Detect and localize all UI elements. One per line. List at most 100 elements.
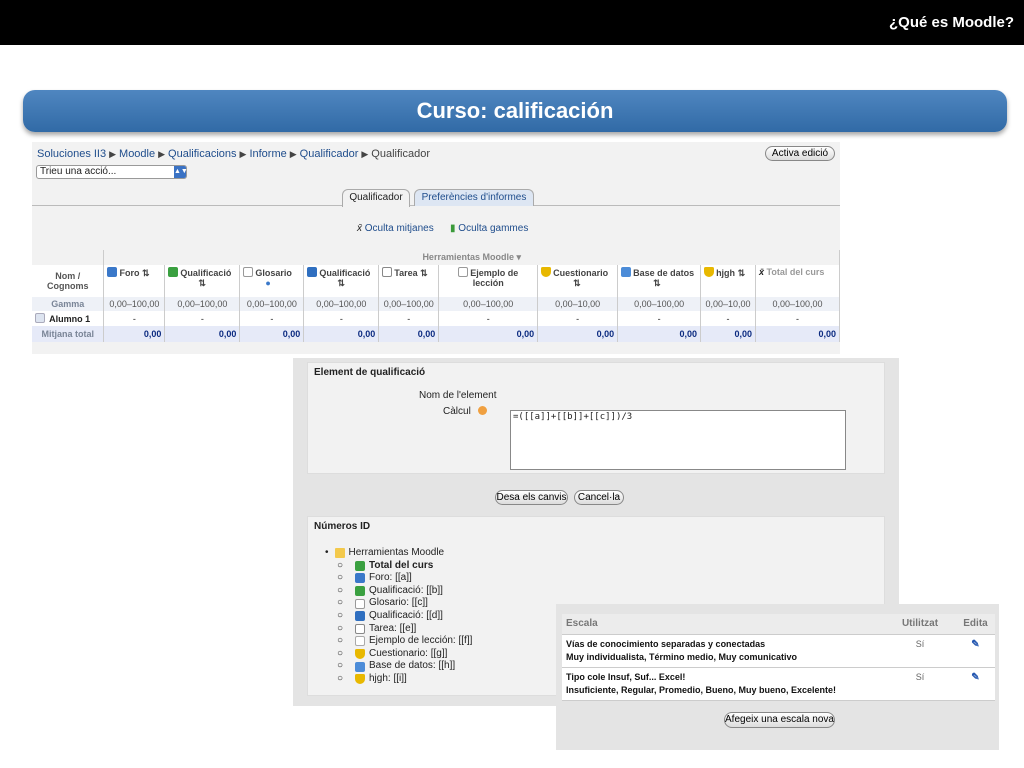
column-header[interactable]: Base de datos ⇅ (617, 265, 702, 297)
tree-item: ○ Total del curs (325, 560, 472, 573)
sort-icon[interactable]: ⇅ (541, 278, 581, 288)
column-header[interactable]: Tarea ⇅ (378, 265, 440, 297)
edit-pencil-icon[interactable]: ✎ (971, 671, 979, 684)
grade-cell[interactable]: - (537, 311, 619, 326)
column-label: Glosario (255, 268, 292, 278)
sort-icon[interactable]: ⇅ (142, 268, 150, 278)
tree-root: • Herramientas Moodle (325, 547, 472, 560)
scales-panel: Escala Utilitzat Edita Vías de conocimie… (556, 604, 999, 750)
breadcrumb-item[interactable]: Qualificador (300, 148, 359, 160)
tree-item: ○ Ejemplo de lección: [[f]] (325, 635, 472, 648)
breadcrumb-item[interactable]: Informe (249, 148, 286, 160)
column-label: Tarea (394, 268, 418, 278)
range-cell: 0,00–100,00 (164, 297, 241, 311)
tab-qualificador[interactable]: Qualificador (342, 189, 410, 207)
grade-cell[interactable]: - (164, 311, 241, 326)
turn-editing-on-button[interactable]: Activa edició (765, 146, 835, 161)
column-label: Qualificació (319, 268, 371, 278)
assignment-icon (355, 623, 365, 634)
grades-table: Herramientas Moodle ▾ Nom / Cognoms Foro… (32, 250, 840, 342)
column-header[interactable]: Foro ⇅ (103, 265, 166, 297)
grade-cell[interactable]: - (700, 311, 757, 326)
forum-icon (107, 267, 118, 277)
sort-icon[interactable]: ⇅ (307, 278, 345, 288)
quiz-shield-icon (355, 674, 365, 685)
average-cell: 0,00 (617, 326, 702, 342)
scale-cell: Tipo cole Insuf, Suf... Excel! Insuficie… (562, 667, 884, 701)
column-header[interactable]: hjgh ⇅ (700, 265, 757, 297)
calculation-label: Càlcul (443, 406, 487, 417)
range-cell: 0,00–100,00 (755, 297, 840, 311)
tree-item-label: Glosario: [[c]] (369, 597, 428, 609)
column-header[interactable]: Cuestionario ⇅ (537, 265, 619, 297)
average-cell: 0,00 (164, 326, 241, 342)
scale-cell: Vías de conocimiento separadas y conecta… (562, 634, 884, 668)
hide-ranges-link[interactable]: ▮ Oculta gammes (450, 223, 528, 234)
column-header[interactable]: x̄ Total del curs (755, 265, 840, 297)
grade-cell[interactable]: - (378, 311, 440, 326)
scale-column-header: Escala (562, 614, 884, 635)
sort-icon[interactable]: ⇅ (420, 268, 428, 278)
hide-averages-link[interactable]: x̄ Oculta mitjanes (357, 223, 434, 234)
breadcrumb-item[interactable]: Soluciones II3 (37, 148, 106, 160)
column-label: Cuestionario (553, 268, 609, 278)
column-header[interactable]: Qualificació ⇅ (164, 265, 241, 297)
tab-preferencies[interactable]: Preferències d'informes (414, 189, 534, 206)
grade-cell[interactable]: - (103, 311, 166, 326)
tree-item-label: Ejemplo de lección: [[f]] (369, 635, 473, 647)
calculation-textarea[interactable]: =([[a]]+[[b]]+[[c]])/3 (510, 410, 846, 470)
scale-row: Vías de conocimiento separadas y conecta… (562, 634, 995, 668)
tree-item: ○ Foro: [[a]] (325, 572, 472, 585)
average-row: Mitjana total 0,00 0,00 0,00 0,00 0,00 0… (32, 326, 840, 342)
breadcrumb-item[interactable]: Moodle (119, 148, 155, 160)
grade-cell[interactable]: - (303, 311, 380, 326)
sort-icon[interactable]: ⇅ (621, 278, 661, 288)
ranges-chart-icon: ▮ (450, 223, 456, 234)
student-name: Alumno 1 (49, 314, 91, 324)
column-label: Total del curs (766, 267, 825, 277)
average-label: Mitjana total (32, 326, 105, 342)
grader-report-panel: Soluciones II3 ▶ Moodle ▶ Qualificacions ▶ Inf… (32, 142, 840, 354)
scale-name[interactable]: Vías de conocimiento separadas y conecta… (566, 638, 880, 651)
add-new-scale-button[interactable]: Afegeix una escala nova (724, 712, 835, 728)
sort-icon[interactable]: ⇅ (168, 278, 206, 288)
tree-item: ○ Tarea: [[e]] (325, 623, 472, 636)
circle-bullet-icon: ○ (337, 609, 344, 621)
average-cell: 0,00 (239, 326, 305, 342)
scales-header-row: Escala Utilitzat Edita (562, 614, 995, 635)
grade-cell[interactable]: - (239, 311, 305, 326)
grade-cell[interactable]: - (755, 311, 840, 326)
scale-values: Insuficiente, Regular, Promedio, Bueno, … (566, 684, 837, 695)
tree-item-label: Qualificació: [[b]] (369, 584, 443, 596)
grade-cell[interactable]: - (438, 311, 539, 326)
edit-pencil-icon[interactable]: ✎ (971, 638, 979, 651)
range-cell: 0,00–10,00 (537, 297, 619, 311)
scale-name[interactable]: Tipo cole Insuf, Suf... Excel! (566, 671, 880, 684)
help-icon[interactable] (477, 406, 487, 415)
id-numbers-tree: • Herramientas Moodle ○ Total del curs ○… (325, 547, 472, 686)
flask-icon (168, 267, 179, 277)
column-header-row: Nom / Cognoms Foro ⇅ Qualificació ⇅ Glosa… (32, 265, 840, 297)
breadcrumb-item[interactable]: Qualificacions (168, 148, 236, 160)
cancel-button[interactable]: Cancel·la (574, 490, 624, 505)
category-header[interactable]: Herramientas Moodle ▾ (103, 250, 840, 265)
action-select[interactable]: Trieu una acció... ▲▼ (36, 165, 188, 179)
circle-bullet-icon: ○ (337, 635, 344, 647)
range-cell: 0,00–100,00 (438, 297, 539, 311)
sort-icon[interactable]: ⇅ (738, 268, 746, 278)
average-icon: x̄ (357, 223, 362, 234)
column-header[interactable]: Qualificació ⇅ (303, 265, 380, 297)
column-header[interactable]: Ejemplo de lección (438, 265, 539, 297)
tree-item: ○ Base de datos: [[h]] (325, 660, 472, 673)
save-changes-button[interactable]: Desa els canvis (495, 490, 568, 505)
collapse-icon: ▾ (516, 252, 522, 262)
column-header[interactable]: Glosario ● (239, 265, 305, 297)
name-column-header[interactable]: Nom / Cognoms (32, 265, 105, 297)
circle-bullet-icon: ○ (337, 622, 344, 634)
circle-bullet-icon: ○ (337, 647, 344, 659)
range-cell: 0,00–100,00 (103, 297, 166, 311)
tree-item-label: Total del curs (369, 559, 434, 571)
student-name-cell[interactable]: Alumno 1 (32, 311, 105, 326)
grade-cell[interactable]: - (617, 311, 702, 326)
fieldset-legend: Element de qualificació (314, 367, 426, 378)
